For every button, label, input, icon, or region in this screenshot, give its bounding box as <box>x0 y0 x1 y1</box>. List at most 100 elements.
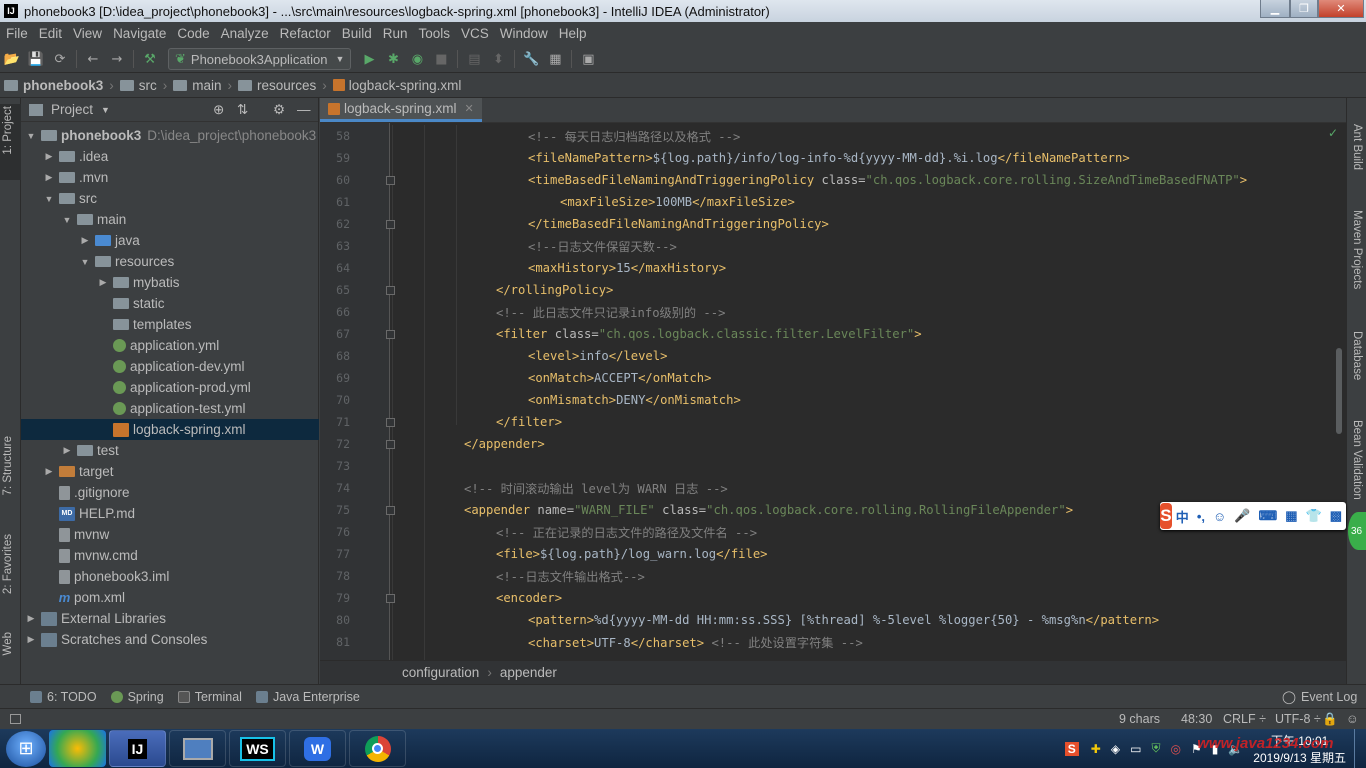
settings-wrench-icon[interactable]: 🔧 <box>519 47 543 71</box>
stop-icon[interactable]: ■ <box>429 47 453 71</box>
tree-item[interactable]: ▼ resources <box>21 251 319 272</box>
sogou-tray-icon[interactable]: S <box>1064 741 1079 756</box>
debug-bug-icon[interactable]: ✱ <box>381 47 405 71</box>
web-tool-tab[interactable]: Web <box>2 632 14 655</box>
tree-item[interactable]: mvnw.cmd <box>21 545 319 566</box>
computer-icon[interactable] <box>169 730 226 767</box>
maximize-button[interactable]: ❐ <box>1290 0 1318 18</box>
tree-item[interactable]: application-prod.yml <box>21 377 319 398</box>
chevron-down-icon[interactable]: ▼ <box>43 194 55 204</box>
keyboard-icon[interactable]: ⌨ <box>1258 508 1277 524</box>
code-line[interactable]: 58 <!-- 每天日志归档路径以及格式 --> <box>320 125 1320 147</box>
code-line[interactable]: 69 <onMatch>ACCEPT</onMatch> <box>320 367 1320 389</box>
chrome-taskbar-button[interactable] <box>349 730 406 767</box>
file-encoding[interactable]: UTF-8 ÷ <box>1275 712 1321 726</box>
caret-position[interactable]: 48:30 <box>1181 712 1212 726</box>
hide-panel-icon[interactable]: — <box>297 102 311 117</box>
crumb-appender[interactable]: appender <box>500 665 557 680</box>
code-line[interactable]: 62 </timeBasedFileNamingAndTriggeringPoli… <box>320 213 1320 235</box>
screen-tray-icon[interactable]: ▭ <box>1130 742 1141 756</box>
code-line[interactable]: 70 <onMismatch>DENY</onMismatch> <box>320 389 1320 411</box>
tree-item[interactable]: ▶ mybatis <box>21 272 319 293</box>
ime-toolbar[interactable]: S 中 •, ☺ 🎤 ⌨ ▦ 👕 ▩ <box>1160 502 1346 530</box>
start-windows-icon[interactable]: ⊞ <box>6 730 46 767</box>
nav-crumb-3[interactable]: resources <box>234 78 320 93</box>
intellij-taskbar-button[interactable]: IJ <box>109 730 166 767</box>
nav-crumb-4[interactable]: logback-spring.xml <box>329 78 466 93</box>
chevron-right-icon[interactable]: ▶ <box>25 613 37 624</box>
code-line[interactable]: 77 <file>${log.path}/log_warn.log</file> <box>320 543 1320 565</box>
chevron-right-icon[interactable]: ▶ <box>97 277 109 288</box>
terminal-tool-tab[interactable]: Terminal <box>177 690 242 704</box>
tree-item[interactable]: application-dev.yml <box>21 356 319 377</box>
tree-item[interactable]: m pom.xml <box>21 587 319 608</box>
code-line[interactable]: 73 <box>320 455 1320 477</box>
code-line[interactable]: 59 <fileNamePattern>${log.path}/info/log-… <box>320 147 1320 169</box>
fold-marker-icon[interactable] <box>386 219 395 229</box>
menu-analyze[interactable]: Analyze <box>215 26 274 41</box>
editor-scrollbar[interactable] <box>1336 348 1342 434</box>
code-line[interactable]: 72 </appender> <box>320 433 1320 455</box>
tree-item[interactable]: .gitignore <box>21 482 319 503</box>
chevron-down-icon[interactable]: ▼ <box>101 105 110 115</box>
sdk-manager-icon[interactable]: ▣ <box>576 47 600 71</box>
toggle-tool-windows-icon[interactable] <box>10 714 21 724</box>
tree-item[interactable]: MD HELP.md <box>21 503 319 524</box>
tree-item[interactable]: templates <box>21 314 319 335</box>
emoji-icon[interactable]: ☺ <box>1213 509 1226 524</box>
collapse-all-icon[interactable]: ⇅ <box>237 102 248 118</box>
webstorm-taskbar-button[interactable]: WS <box>229 730 286 767</box>
nav-crumb-1[interactable]: src <box>116 78 161 93</box>
open-folder-icon[interactable]: 📂 <box>0 47 24 71</box>
bean-validation-tool-tab[interactable]: Bean Validation <box>1351 420 1363 500</box>
spring-tool-tab[interactable]: Spring <box>110 690 164 704</box>
structure-tool-tab[interactable]: 7: Structure <box>2 436 14 495</box>
run-configuration-select[interactable]: ❦ Phonebook3Application ▼ <box>168 48 352 70</box>
tree-item[interactable]: ▶ Scratches and Consoles <box>21 629 319 650</box>
tree-item[interactable]: ▶ test <box>21 440 319 461</box>
chevron-down-icon[interactable]: ▼ <box>79 257 91 267</box>
database-tool-tab[interactable]: Database <box>1351 331 1363 380</box>
menu-build[interactable]: Build <box>336 26 377 41</box>
tree-item[interactable]: logback-spring.xml <box>21 419 319 440</box>
code-line[interactable]: 68 <level>info</level> <box>320 345 1320 367</box>
clock[interactable]: 下午 10:01 2019/9/13 星期五 www.java1234.com <box>1197 732 1346 766</box>
tree-item[interactable]: static <box>21 293 319 314</box>
tree-item[interactable]: ▼ phonebook3 D:\idea_project\phonebook3 <box>21 125 319 146</box>
code-line[interactable]: 74 <!-- 时间滚动输出 level为 WARN 日志 --> <box>320 477 1320 499</box>
fold-marker-icon[interactable] <box>386 593 395 603</box>
tree-item[interactable]: ▶ .mvn <box>21 167 319 188</box>
fold-marker-icon[interactable] <box>386 175 395 185</box>
wps-taskbar-button[interactable]: W <box>289 730 346 767</box>
tree-item[interactable]: application.yml <box>21 335 319 356</box>
chevron-right-icon[interactable]: ▶ <box>43 466 55 477</box>
shield-icon[interactable]: ⛨ <box>1151 741 1160 756</box>
run-icon[interactable]: ▶ <box>357 47 381 71</box>
chevron-down-icon[interactable]: ▼ <box>61 215 73 225</box>
ant-build-tool-tab[interactable]: Ant Build <box>1351 124 1363 170</box>
nav-crumb-0[interactable]: phonebook3 <box>0 78 107 93</box>
photo-app-icon[interactable] <box>49 730 106 767</box>
skin-shirt-icon[interactable]: 👕 <box>1306 508 1322 524</box>
show-desktop-button[interactable] <box>1354 729 1366 768</box>
tree-item[interactable]: ▶ java <box>21 230 319 251</box>
menu-edit[interactable]: Edit <box>33 26 67 41</box>
java-enterprise-tool-tab[interactable]: Java Enterprise <box>255 690 360 704</box>
code-line[interactable]: 71 </filter> <box>320 411 1320 433</box>
chevron-right-icon[interactable]: ▶ <box>61 445 73 456</box>
tree-item[interactable]: phonebook3.iml <box>21 566 319 587</box>
security-badge[interactable]: 36 <box>1348 512 1366 550</box>
maven-projects-tool-tab[interactable]: Maven Projects <box>1351 210 1363 289</box>
box-tray-icon[interactable]: ◈ <box>1111 742 1120 756</box>
todo-tool-tab[interactable]: 6: TODO <box>30 690 97 704</box>
git-icon[interactable]: ☺ <box>1346 712 1359 726</box>
chevron-right-icon[interactable]: ▶ <box>43 151 55 162</box>
toolbox-icon[interactable]: ▦ <box>1285 508 1297 524</box>
code-line[interactable]: 64 <maxHistory>15</maxHistory> <box>320 257 1320 279</box>
code-line[interactable]: 60 <timeBasedFileNamingAndTriggeringPolic… <box>320 169 1320 191</box>
grid-menu-icon[interactable]: ▩ <box>1330 508 1342 524</box>
code-line[interactable]: 67 <filter class="ch.qos.logback.classic.… <box>320 323 1320 345</box>
tree-item[interactable]: ▼ main <box>21 209 319 230</box>
project-panel-title[interactable]: Project <box>51 102 93 117</box>
menu-help[interactable]: Help <box>553 26 592 41</box>
